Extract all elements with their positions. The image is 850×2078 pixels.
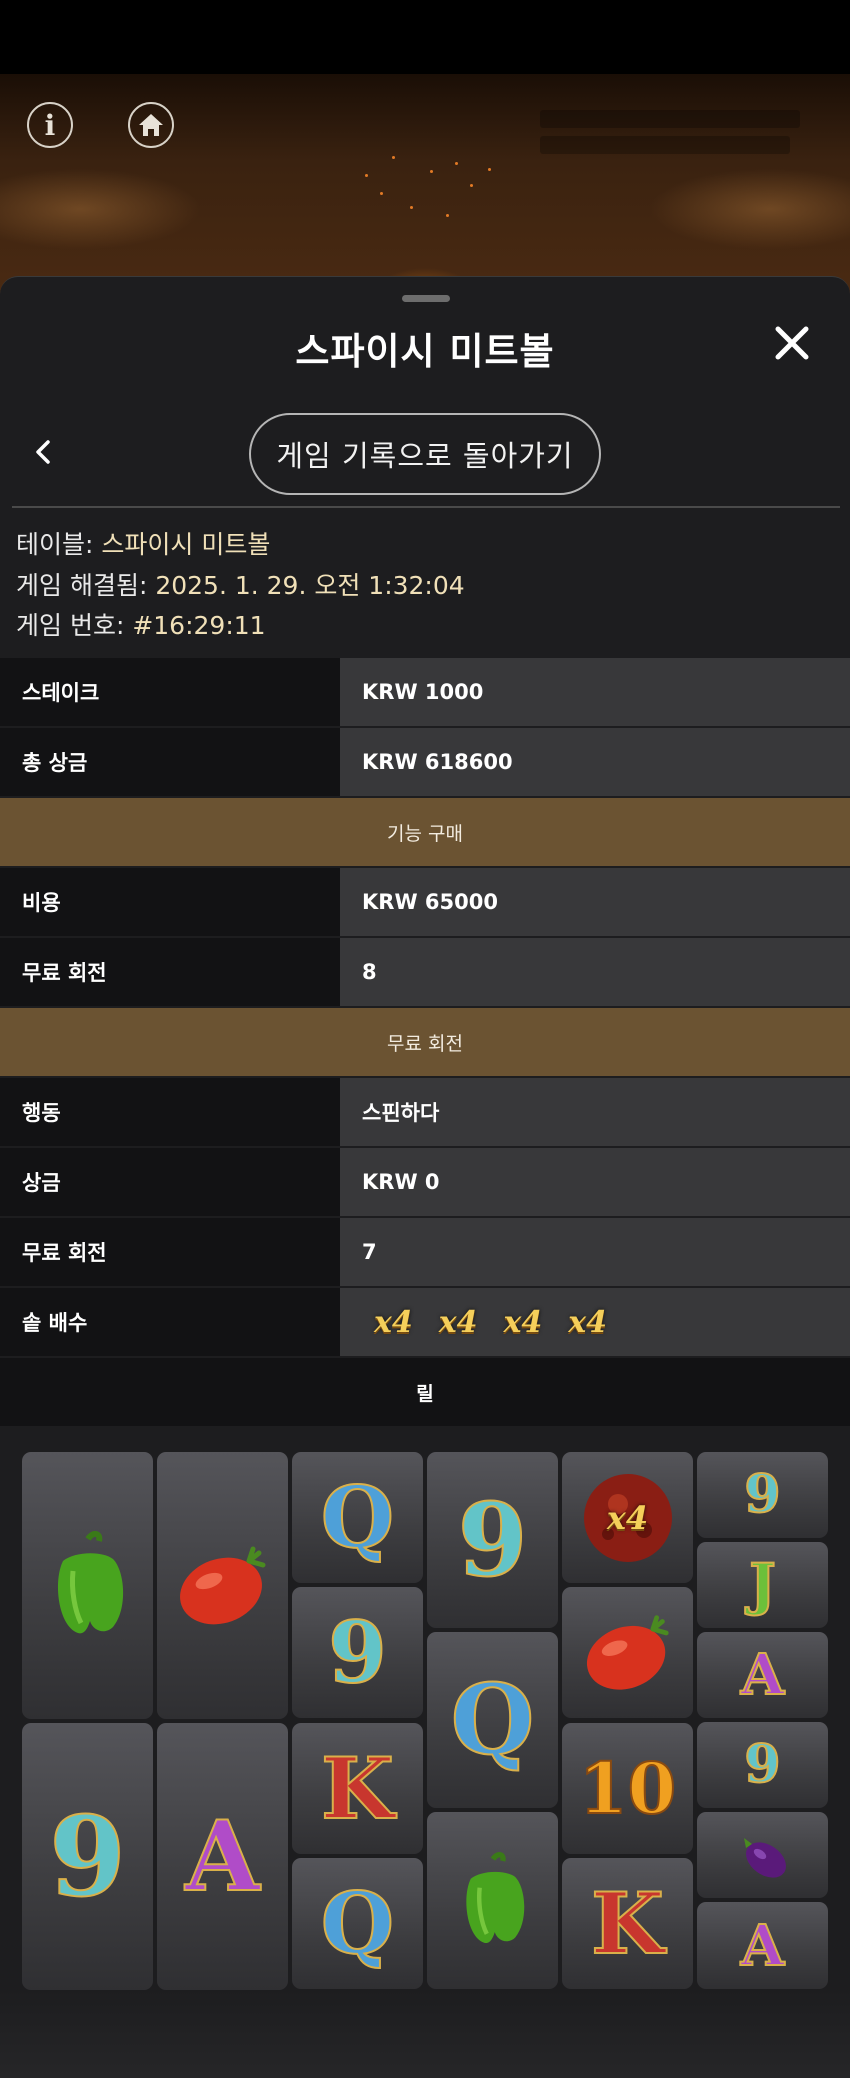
table-row-pot-multiplier: 솥 배수 x4 x4 x4 x4	[0, 1288, 850, 1356]
pot-multiplier-badge: x4	[503, 1304, 543, 1340]
info-icon: i	[44, 108, 56, 142]
symbol-9: 9	[457, 1481, 529, 1599]
eggplant-icon	[743, 1838, 786, 1878]
symbol-k: K	[590, 1873, 665, 1973]
reel-cell-tomato	[562, 1587, 693, 1718]
close-button[interactable]	[768, 319, 816, 367]
symbol-q: Q	[320, 1467, 395, 1567]
reel-cell-q: Q	[427, 1632, 558, 1808]
symbol-9: 9	[48, 1791, 127, 1921]
table-row-total-win: 총 상금 KRW 618600	[0, 728, 850, 796]
symbol-10: 10	[578, 1746, 677, 1830]
symbol-k: K	[320, 1738, 395, 1838]
panel-title: 스파이시 미트볼	[295, 330, 555, 373]
reel-cell-a: A	[157, 1723, 288, 1990]
table-row-action: 행동 스핀하다	[0, 1078, 850, 1146]
game-resolved-info: 게임 해결됨: 2025. 1. 29. 오전 1:32:04	[16, 571, 465, 600]
reel-cell-10: 10	[562, 1723, 693, 1854]
symbol-a: A	[740, 1912, 785, 1979]
home-icon	[139, 114, 163, 136]
symbol-9: 9	[743, 1464, 781, 1525]
reel-cell-9: 9	[697, 1452, 828, 1538]
reel-cell-q: Q	[292, 1452, 423, 1583]
game-number-info: 게임 번호: #16:29:11	[16, 611, 266, 640]
reel-cell-9: 9	[22, 1723, 153, 1990]
game-background	[0, 74, 850, 294]
pot-multiplier-list: x4 x4 x4 x4	[362, 1305, 607, 1340]
table-row-free-spins-remaining: 무료 회전 7	[0, 1218, 850, 1286]
tomato-icon	[179, 1546, 265, 1624]
home-button[interactable]	[128, 102, 174, 148]
back-to-game-history-button[interactable]: 게임 기록으로 돌아가기	[249, 413, 601, 495]
meatball-multiplier: x4	[606, 1498, 649, 1537]
green-pepper-icon	[465, 1851, 524, 1943]
symbol-a: A	[184, 1799, 260, 1913]
pot-multiplier-badge: x4	[438, 1304, 478, 1340]
table-row-free-spins-bought: 무료 회전 8	[0, 938, 850, 1006]
reel-cell-k: K	[562, 1858, 693, 1989]
chevron-left-icon	[36, 440, 50, 464]
status-bar	[0, 0, 850, 74]
section-header-feature-buy: 기능 구매	[0, 798, 850, 866]
symbol-q: Q	[450, 1663, 536, 1776]
section-header-free-spins: 무료 회전	[0, 1008, 850, 1076]
table-row-stake: 스테이크 KRW 1000	[0, 658, 850, 726]
reel-cell-eggplant	[697, 1812, 828, 1898]
drag-handle[interactable]	[402, 295, 450, 302]
tomato-icon	[586, 1614, 669, 1690]
info-button[interactable]: i	[27, 102, 73, 148]
green-pepper-icon	[57, 1530, 123, 1633]
reel-cell-j: J	[697, 1542, 828, 1628]
reel-cell-pepper	[22, 1452, 153, 1719]
symbol-q: Q	[320, 1873, 395, 1973]
back-button[interactable]	[28, 432, 60, 472]
table-row-cost: 비용 KRW 65000	[0, 868, 850, 936]
symbol-9: 9	[743, 1734, 781, 1795]
symbol-9: 9	[327, 1602, 387, 1702]
reel-cell-meatball: x4	[562, 1452, 693, 1583]
reels-grid: 9 A Q 9 K Q 9 Q x4 10 K 9 J A 9 A	[0, 1426, 850, 2016]
reel-cell-9: 9	[292, 1587, 423, 1718]
reel-cell-9: 9	[427, 1452, 558, 1628]
reels-header: 릴	[0, 1358, 850, 1426]
bottom-fade	[0, 1990, 850, 2078]
pot-multiplier-badge: x4	[568, 1304, 608, 1340]
reel-cell-pepper	[427, 1812, 558, 1989]
reel-cell-a: A	[697, 1902, 828, 1989]
close-icon	[775, 326, 809, 360]
reel-cell-a: A	[697, 1632, 828, 1718]
reel-cell-9: 9	[697, 1722, 828, 1808]
divider	[12, 506, 840, 508]
reel-cell-tomato	[157, 1452, 288, 1719]
table-info: 테이블: 스파이시 미트볼	[16, 530, 271, 559]
symbol-j: J	[748, 1552, 776, 1618]
reel-cell-q: Q	[292, 1858, 423, 1989]
table-row-win: 상금 KRW 0	[0, 1148, 850, 1216]
pot-multiplier-badge: x4	[374, 1304, 413, 1340]
symbol-a: A	[740, 1642, 785, 1708]
reel-cell-k: K	[292, 1723, 423, 1854]
